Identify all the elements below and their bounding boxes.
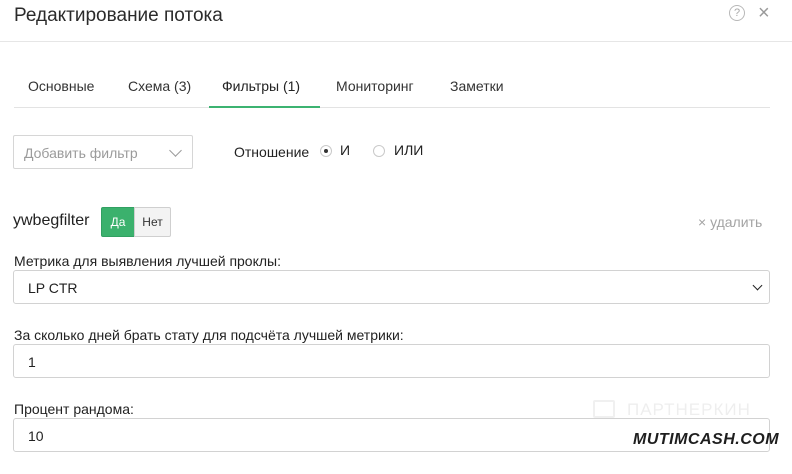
tab-main[interactable]: Основные	[28, 78, 94, 94]
add-filter-placeholder: Добавить фильтр	[24, 145, 138, 161]
random-label: Процент рандома:	[14, 401, 134, 417]
relation-or-radio[interactable]	[373, 145, 385, 157]
chevron-down-icon	[752, 280, 763, 291]
days-label: За сколько дней брать стату для подсчёта…	[14, 327, 404, 343]
dialog-title: Редактирование потока	[14, 5, 223, 26]
add-filter-dropdown[interactable]: Добавить фильтр	[13, 135, 193, 169]
filter-yes-toggle[interactable]: Да	[101, 207, 135, 237]
filter-no-toggle[interactable]: Нет	[134, 207, 171, 237]
tab-bar: Основные Схема (3) Фильтры (1) Мониторин…	[14, 66, 770, 108]
metric-label: Метрика для выявления лучшей проклы:	[14, 253, 281, 269]
partnerkin-logo-icon	[593, 400, 615, 418]
random-value: 10	[28, 428, 44, 444]
metric-select[interactable]: LP CTR	[13, 270, 770, 304]
tab-filters[interactable]: Фильтры (1)	[222, 78, 300, 94]
tab-notes[interactable]: Заметки	[450, 78, 504, 94]
tab-monitoring[interactable]: Мониторинг	[336, 78, 414, 94]
days-input[interactable]: 1	[13, 344, 770, 378]
mutimcash-watermark: MUTIMCASH.COM	[633, 431, 780, 448]
relation-label: Отношение	[234, 144, 310, 160]
help-icon[interactable]: ?	[729, 5, 745, 21]
chevron-down-icon	[169, 144, 182, 157]
relation-and-label[interactable]: И	[340, 142, 350, 158]
delete-filter-link[interactable]: × удалить	[698, 214, 762, 230]
metric-value: LP CTR	[28, 280, 78, 296]
filter-name: ywbegfilter	[13, 212, 90, 229]
tab-scheme[interactable]: Схема (3)	[128, 78, 191, 94]
partnerkin-watermark-text: ПАРТНЕРКИН	[627, 400, 751, 419]
partnerkin-watermark: ПАРТНЕРКИН	[593, 398, 768, 424]
relation-and-radio[interactable]	[320, 145, 332, 157]
days-value: 1	[28, 354, 36, 370]
close-icon[interactable]: ×	[758, 3, 770, 23]
active-tab-indicator	[209, 106, 320, 108]
relation-or-label[interactable]: ИЛИ	[394, 142, 423, 158]
dialog-header: Редактирование потока ? ×	[0, 0, 792, 42]
